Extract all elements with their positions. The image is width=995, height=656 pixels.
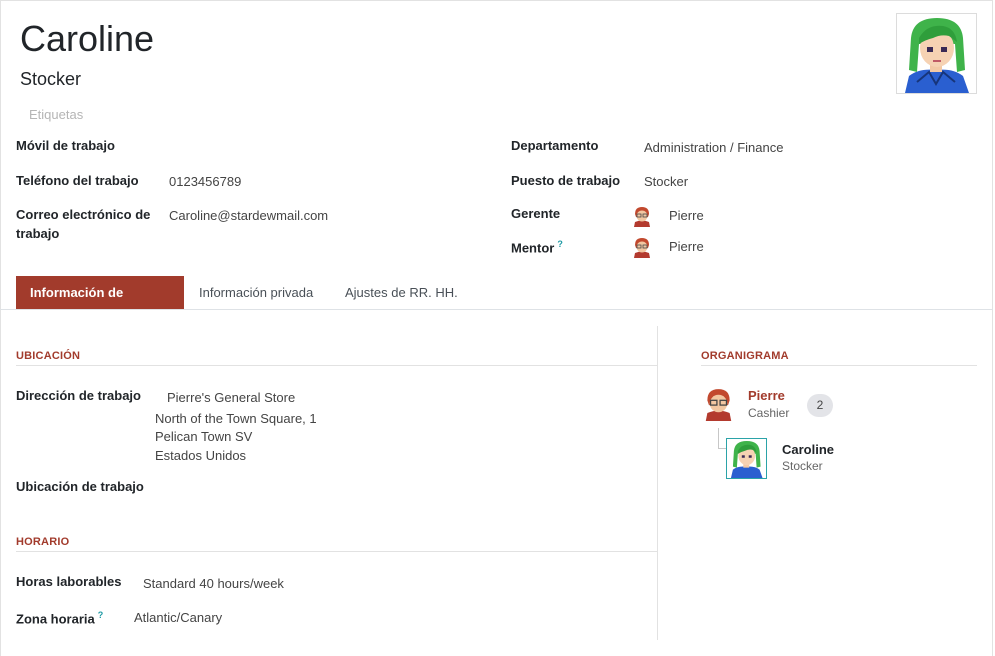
mentor-help-icon[interactable]: ?	[557, 239, 563, 249]
email-label-line1: Correo electrónico de	[16, 207, 151, 222]
tags-input[interactable]: Etiquetas	[29, 107, 83, 122]
org-chart-title: ORGANIGRAMA	[701, 350, 789, 362]
column-separator	[657, 326, 658, 640]
mentor-label: Mentor?	[511, 235, 563, 257]
tab-hr-settings[interactable]: Ajustes de RR. HH.	[331, 276, 472, 309]
schedule-section-title: HORARIO	[16, 536, 70, 548]
manager-select[interactable]: Pierre	[669, 206, 704, 225]
timezone-select[interactable]: Atlantic/Canary	[134, 608, 222, 627]
pierre-avatar-icon	[634, 207, 650, 227]
timezone-label: Zona horaria?	[16, 606, 103, 628]
mentor-label-text: Mentor	[511, 240, 555, 256]
employee-job-title[interactable]: Stocker	[20, 69, 81, 90]
work-location-label: Ubicación de trabajo	[16, 479, 144, 494]
org-employee-title: Stocker	[782, 459, 823, 473]
department-select[interactable]: Administration / Finance	[644, 138, 783, 157]
org-manager-title: Cashier	[748, 406, 790, 420]
phone-label: Teléfono del trabajo	[16, 173, 139, 188]
manager-label: Gerente	[511, 206, 561, 221]
work-address-link[interactable]: Pierre's General Store	[167, 388, 295, 407]
position-label: Puesto de trabajo	[511, 173, 621, 188]
tabs-divider	[0, 309, 993, 310]
phone-input[interactable]: 0123456789	[169, 172, 241, 191]
position-select[interactable]: Stocker	[644, 172, 688, 191]
org-employee-avatar	[726, 438, 767, 479]
employee-form	[0, 0, 993, 656]
employee-avatar[interactable]	[896, 13, 977, 94]
mentor-select[interactable]: Pierre	[669, 237, 704, 256]
org-connector-horizontal	[718, 448, 726, 449]
mobile-label: Móvil de trabajo	[16, 138, 115, 153]
working-hours-label: Horas laborables	[16, 574, 122, 589]
email-input[interactable]: Caroline@stardewmail.com	[169, 206, 328, 225]
employee-name[interactable]: Caroline	[20, 18, 154, 60]
caroline-portrait-icon	[897, 14, 976, 93]
subordinates-count-badge[interactable]: 2	[807, 394, 833, 417]
org-chart-divider	[701, 365, 977, 366]
work-address-label: Dirección de trabajo	[16, 388, 141, 403]
email-label: Correo electrónico de trabajo	[16, 205, 150, 243]
org-manager-avatar[interactable]	[701, 386, 736, 426]
pierre-avatar-icon	[634, 238, 650, 258]
mentor-avatar	[631, 236, 653, 263]
org-manager-name[interactable]: Pierre	[748, 388, 785, 403]
address-line-country: Estados Unidos	[155, 448, 247, 463]
timezone-help-icon[interactable]: ?	[98, 610, 104, 620]
org-connector-vertical	[718, 428, 719, 448]
location-section-divider	[16, 365, 657, 366]
email-label-line2: trabajo	[16, 226, 60, 241]
address-line-city: Pelican Town SV	[155, 429, 253, 444]
tab-work-information[interactable]: Información de trabajo	[16, 276, 184, 333]
location-section-title: UBICACIÓN	[16, 350, 81, 362]
department-label: Departamento	[511, 138, 599, 153]
org-employee-name: Caroline	[782, 442, 835, 457]
schedule-section-divider	[16, 551, 657, 552]
timezone-label-text: Zona horaria	[16, 611, 95, 627]
address-line-street: North of the Town Square, 1	[155, 411, 317, 426]
caroline-portrait-icon	[727, 439, 766, 478]
manager-avatar	[631, 205, 653, 232]
working-hours-select[interactable]: Standard 40 hours/week	[143, 574, 284, 593]
pierre-avatar-icon	[705, 389, 732, 421]
tab-private-information[interactable]: Información privada	[185, 276, 327, 309]
